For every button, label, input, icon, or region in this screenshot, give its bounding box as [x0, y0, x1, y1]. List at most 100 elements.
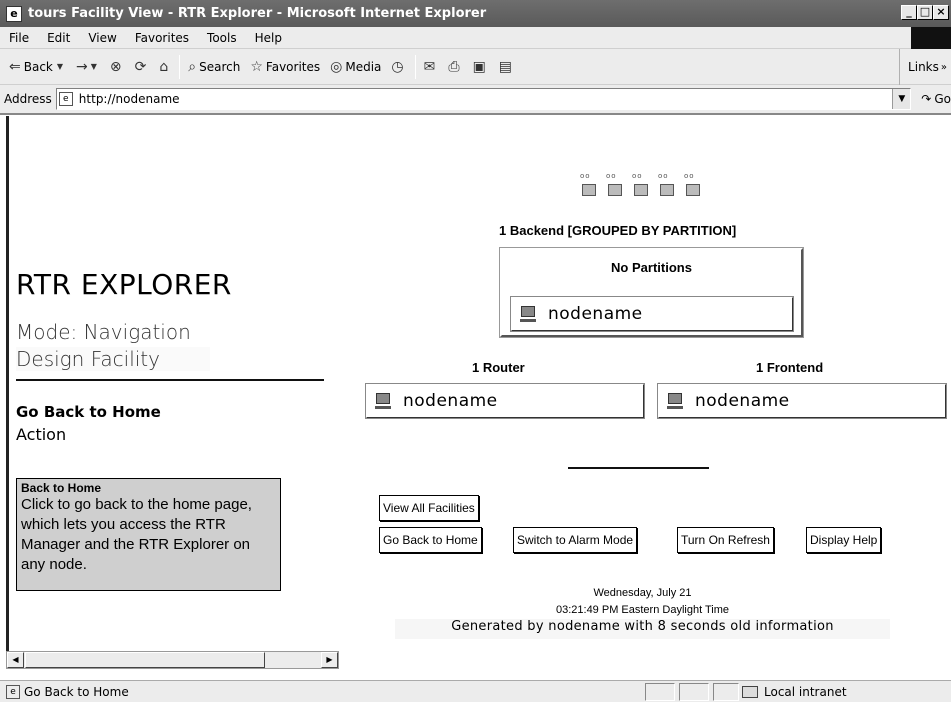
- menu-help[interactable]: Help: [246, 31, 291, 45]
- zone-label: Local intranet: [764, 685, 847, 699]
- address-bar: Address e http://nodename ▼ ↷ Go: [0, 85, 951, 115]
- intranet-icon: [742, 686, 758, 698]
- toolbar: ⇐ Back ▼ → ▼ ⊗ ⟳ ⌂ ⌕ Search ☆ Favorites …: [0, 49, 951, 85]
- status-text: Go Back to Home: [24, 684, 129, 699]
- menu-favorites[interactable]: Favorites: [126, 31, 198, 45]
- go-label: Go: [934, 92, 951, 106]
- server-icon: oo: [656, 172, 678, 196]
- media-icon: ◎: [330, 58, 343, 75]
- links-label: Links: [908, 60, 939, 74]
- view-all-facilities-button[interactable]: View All Facilities: [379, 495, 479, 521]
- media-label: Media: [345, 59, 382, 74]
- security-zone: Local intranet: [742, 683, 847, 701]
- go-arrow-icon: ↷: [921, 92, 932, 106]
- page-content: RTR EXPLORER Mode: Navigation Design Fac…: [0, 116, 951, 651]
- maximize-button[interactable]: □: [917, 5, 933, 20]
- scroll-left-icon[interactable]: ◀: [7, 652, 24, 668]
- scroll-right-icon[interactable]: ▶: [321, 652, 338, 668]
- computer-icon: [667, 393, 683, 409]
- computer-icon: [375, 393, 391, 409]
- help-text: Click to go back to the home page, which…: [21, 496, 252, 573]
- address-url: http://nodename: [78, 92, 180, 106]
- address-dropdown-button[interactable]: ▼: [892, 89, 911, 109]
- menu-edit[interactable]: Edit: [38, 31, 79, 45]
- status-cell: [645, 683, 675, 701]
- switch-alarm-mode-button[interactable]: Switch to Alarm Mode: [513, 527, 638, 553]
- forward-button[interactable]: → ▼: [71, 53, 105, 81]
- toolbar-separator: [179, 54, 181, 79]
- star-icon: ☆: [250, 58, 263, 75]
- links-button[interactable]: Links »: [899, 49, 951, 85]
- help-title: Back to Home: [21, 481, 102, 495]
- go-back-home-button[interactable]: Go Back to Home: [379, 527, 482, 553]
- chevron-down-icon: ▼: [56, 62, 64, 71]
- minimize-button[interactable]: _: [901, 5, 917, 20]
- menu-view[interactable]: View: [79, 31, 125, 45]
- footer-date: Wednesday, July 21: [593, 587, 692, 599]
- history-button[interactable]: ◷: [386, 53, 411, 81]
- divider: [568, 467, 709, 469]
- search-label: Search: [199, 59, 241, 74]
- backend-node-label: nodename: [548, 304, 643, 324]
- windows-logo-icon: [911, 27, 951, 49]
- footer-time: 03:21:49 PM Eastern Daylight Time: [555, 604, 730, 616]
- menu-tools[interactable]: Tools: [198, 31, 246, 45]
- action-label: Action: [16, 425, 67, 444]
- scrollbar-thumb[interactable]: [25, 652, 265, 668]
- home-icon: ⌂: [159, 58, 169, 75]
- chevron-right-icon: »: [940, 61, 947, 73]
- print-button[interactable]: ⎙: [443, 53, 467, 81]
- menu-bar: File Edit View Favorites Tools Help: [0, 27, 951, 49]
- back-button[interactable]: ⇐ Back ▼: [4, 53, 71, 81]
- frontend-heading: 1 Frontend: [756, 360, 824, 375]
- forward-arrow-icon: →: [76, 58, 88, 75]
- stop-button[interactable]: ⊗: [105, 53, 130, 81]
- home-button[interactable]: ⌂: [154, 53, 176, 81]
- history-icon: ◷: [391, 58, 404, 75]
- edit-icon: ▣: [472, 58, 486, 75]
- backend-node[interactable]: nodename: [510, 296, 794, 332]
- media-button[interactable]: ◎ Media: [325, 53, 386, 81]
- divider: [16, 379, 324, 381]
- address-input[interactable]: e http://nodename ▼: [55, 88, 912, 110]
- partition-box: No Partitions nodename: [499, 247, 804, 338]
- close-button[interactable]: ×: [933, 5, 949, 20]
- status-bar: e Go Back to Home Local intranet: [0, 680, 951, 702]
- window-controls: _ □ ×: [901, 5, 949, 20]
- refresh-button[interactable]: ⟳: [130, 53, 155, 81]
- back-label: Back: [23, 59, 53, 74]
- status-cell: [713, 683, 739, 701]
- stop-icon: ⊗: [109, 58, 122, 75]
- mail-icon: ✉: [423, 58, 436, 75]
- router-node-label: nodename: [403, 391, 498, 411]
- router-node[interactable]: nodename: [365, 383, 645, 419]
- display-help-button[interactable]: Display Help: [806, 527, 882, 553]
- backend-heading: 1 Backend [GROUPED BY PARTITION]: [499, 223, 737, 238]
- status-cell: [679, 683, 709, 701]
- go-button[interactable]: ↷ Go: [921, 92, 951, 106]
- back-arrow-icon: ⇐: [9, 58, 21, 75]
- ie-icon: e: [6, 5, 22, 22]
- search-button[interactable]: ⌕ Search: [183, 53, 245, 81]
- refresh-icon: ⟳: [134, 58, 147, 75]
- menu-file[interactable]: File: [0, 31, 38, 45]
- page-icon: e: [58, 92, 73, 106]
- horizontal-scrollbar[interactable]: ◀ ▶: [6, 651, 339, 669]
- discuss-button[interactable]: ▤: [494, 53, 520, 81]
- go-back-home-link[interactable]: Go Back to Home: [16, 403, 161, 421]
- document-icon: ▤: [498, 58, 513, 75]
- server-icon: oo: [578, 172, 600, 196]
- app-title: RTR EXPLORER: [16, 268, 232, 301]
- toolbar-separator: [414, 54, 416, 79]
- search-icon: ⌕: [188, 58, 197, 75]
- help-box: Back to Home Click to go back to the hom…: [16, 478, 281, 591]
- computer-icon: [520, 306, 536, 322]
- favorites-button[interactable]: ☆ Favorites: [245, 53, 325, 81]
- turn-on-refresh-button[interactable]: Turn On Refresh: [677, 527, 774, 553]
- frontend-node[interactable]: nodename: [657, 383, 947, 419]
- mail-button[interactable]: ✉: [419, 53, 444, 81]
- edit-button[interactable]: ▣: [468, 53, 494, 81]
- frame-border: [6, 116, 9, 651]
- facility-label: Design Facility: [16, 347, 210, 371]
- frontend-node-label: nodename: [695, 391, 790, 411]
